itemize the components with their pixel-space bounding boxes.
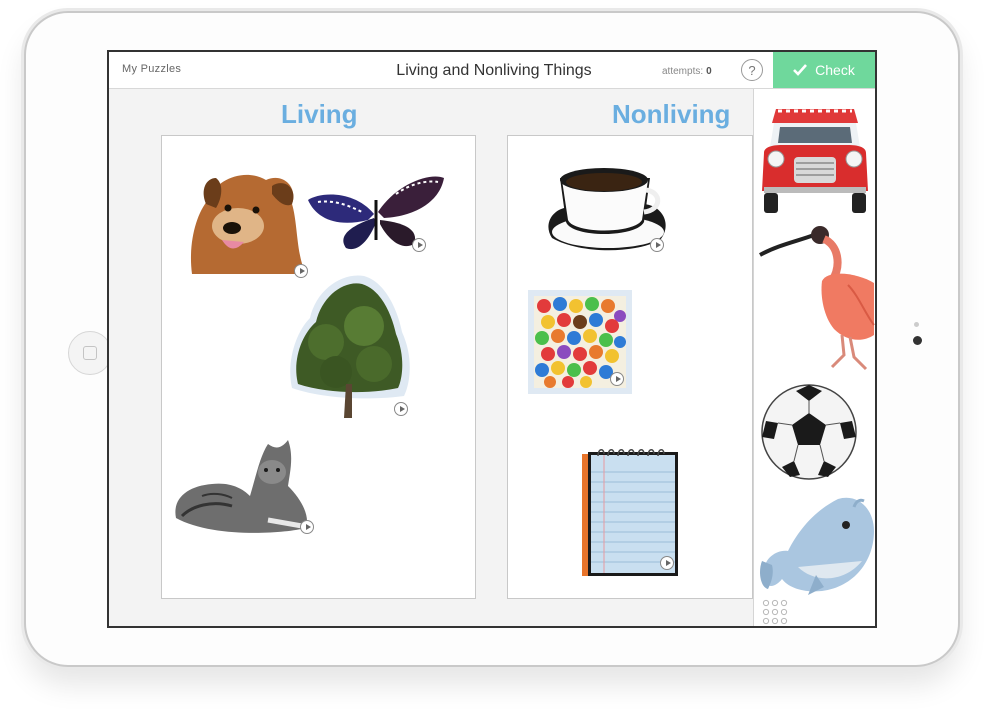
play-icon[interactable] xyxy=(610,372,624,386)
attempts-value: 0 xyxy=(706,66,712,77)
plush-whale-image xyxy=(760,497,874,595)
play-icon[interactable] xyxy=(300,520,314,534)
tree-card[interactable] xyxy=(286,272,412,420)
attempts-label: attempts: xyxy=(662,66,704,77)
ibis-image xyxy=(759,226,875,371)
attempts-counter: attempts: 0 xyxy=(662,66,712,77)
tree-image xyxy=(290,275,410,418)
play-icon[interactable] xyxy=(660,556,674,570)
notepad-card[interactable] xyxy=(580,446,680,578)
puzzle-title: Living and Nonliving Things xyxy=(396,62,592,79)
check-button[interactable]: Check xyxy=(773,52,875,88)
check-label: Check xyxy=(815,62,855,78)
play-icon[interactable] xyxy=(650,238,664,252)
coffee-cup-card[interactable] xyxy=(544,160,670,256)
candies-card[interactable] xyxy=(528,290,632,394)
sorting-board: Living Nonliving xyxy=(109,89,753,626)
question-mark-icon: ? xyxy=(748,63,756,78)
play-icon[interactable] xyxy=(412,238,426,252)
my-puzzles-link[interactable]: My Puzzles xyxy=(122,63,181,75)
dog-card[interactable] xyxy=(186,164,308,280)
checkmark-icon xyxy=(793,64,808,76)
item-tray xyxy=(753,89,875,626)
play-icon[interactable] xyxy=(394,402,408,416)
car-image xyxy=(762,109,868,213)
cat-image xyxy=(175,440,308,533)
home-button[interactable] xyxy=(68,331,112,375)
top-bar: My Puzzles Living and Nonliving Things a… xyxy=(109,52,875,89)
butterfly-card[interactable] xyxy=(306,170,446,254)
camera-dot xyxy=(914,322,919,327)
category-title-nonliving: Nonliving xyxy=(612,99,731,129)
camera-lens xyxy=(913,336,922,345)
ibis-tray-item[interactable] xyxy=(758,225,875,375)
help-button[interactable]: ? xyxy=(741,59,763,81)
dog-image xyxy=(190,174,306,274)
grid-dots-icon[interactable] xyxy=(762,599,788,625)
soccer-ball-tray-item[interactable] xyxy=(760,383,858,481)
plush-whale-tray-item[interactable] xyxy=(758,491,875,599)
car-tray-item[interactable] xyxy=(760,99,870,217)
category-title-living: Living xyxy=(281,99,358,129)
soccer-ball-image xyxy=(761,384,857,480)
living-drop-zone[interactable] xyxy=(161,135,476,599)
app-screen: My Puzzles Living and Nonliving Things a… xyxy=(107,50,877,628)
nonliving-drop-zone[interactable] xyxy=(507,135,753,599)
cat-card[interactable] xyxy=(172,436,314,540)
